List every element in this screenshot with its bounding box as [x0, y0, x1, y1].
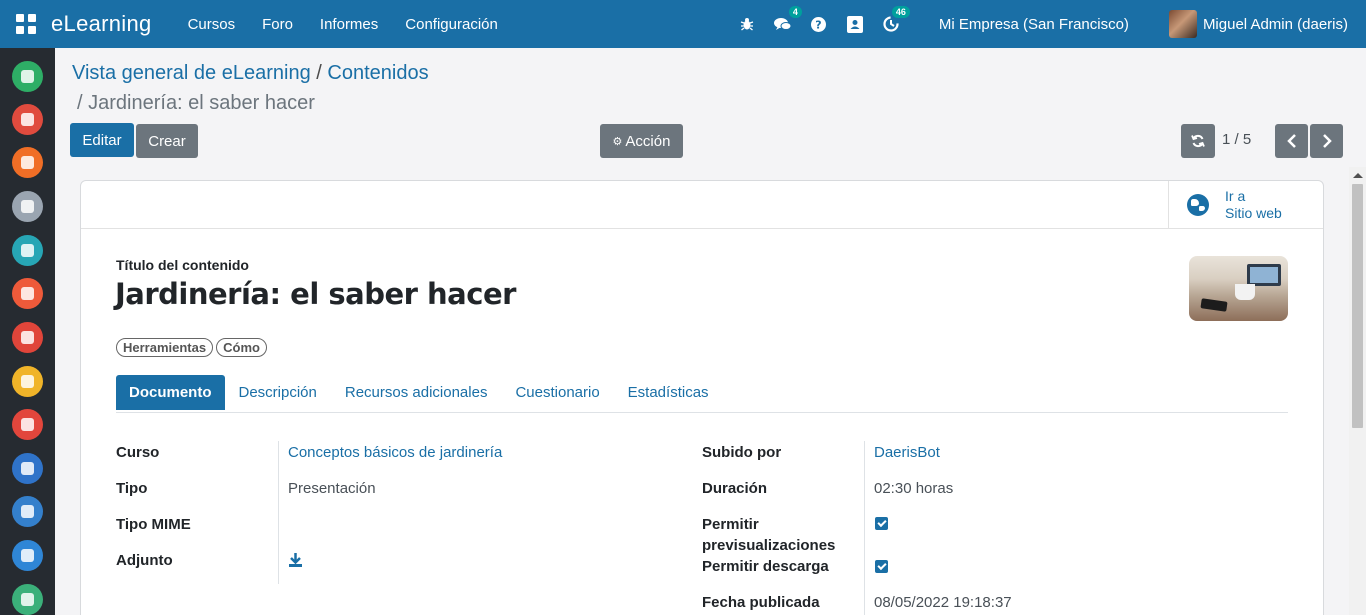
- allow-download-checkbox[interactable]: [875, 560, 888, 573]
- form-sheet: Ir a Sitio web Título del contenido Jard…: [80, 180, 1324, 615]
- sidebar-app-icon[interactable]: [12, 366, 43, 397]
- sidebar-app-icon[interactable]: [12, 496, 43, 527]
- title-label: Título del contenido: [116, 257, 249, 273]
- notebook-tabs: Documento Descripción Recursos adicional…: [116, 375, 1288, 413]
- tags-field: Herramientas Cómo: [116, 338, 270, 357]
- sidebar-app-icon[interactable]: [12, 584, 43, 615]
- tag-badge[interactable]: Cómo: [216, 338, 267, 357]
- app-brand[interactable]: eLearning: [51, 11, 152, 37]
- allow-preview-label-line2: previsualizaciones: [702, 537, 836, 554]
- duration-label: Duración: [702, 480, 768, 497]
- go-to-website-line2: Sitio web: [1225, 205, 1282, 221]
- tab-descripcion[interactable]: Descripción: [225, 375, 331, 410]
- breadcrumb-separator: /: [77, 92, 89, 114]
- field-divider: [864, 441, 865, 615]
- attachment-label: Adjunto: [116, 552, 173, 569]
- breadcrumb-current: / Jardinería: el saber hacer: [77, 92, 315, 115]
- scroll-up-arrow[interactable]: [1353, 173, 1363, 178]
- sidebar-app-icon[interactable]: [12, 278, 43, 309]
- content-image[interactable]: [1189, 256, 1288, 321]
- go-to-website-button[interactable]: Ir a Sitio web: [1168, 181, 1323, 229]
- reload-button[interactable]: [1181, 124, 1215, 158]
- uploaded-by-label: Subido por: [702, 444, 782, 461]
- go-to-website-label: Ir a Sitio web: [1225, 188, 1282, 222]
- pager-next-button[interactable]: [1310, 124, 1343, 158]
- edit-button[interactable]: Editar: [70, 123, 134, 157]
- bug-icon[interactable]: [737, 14, 757, 34]
- allow-preview-checkbox[interactable]: [875, 517, 888, 530]
- breadcrumb: Vista general de eLearning / Contenidos: [72, 62, 429, 85]
- title-field[interactable]: Jardinería: el saber hacer: [115, 277, 516, 311]
- course-field[interactable]: Conceptos básicos de jardinería: [288, 444, 502, 461]
- sidebar-app-icon[interactable]: [12, 191, 43, 222]
- allow-preview-label-line1: Permitir: [702, 516, 759, 533]
- globe-icon: [1187, 194, 1209, 216]
- apps-sidebar: [0, 48, 55, 615]
- tab-estadisticas[interactable]: Estadísticas: [614, 375, 723, 410]
- download-icon[interactable]: [289, 552, 302, 571]
- menu-configuracion[interactable]: Configuración: [405, 16, 498, 33]
- menu-informes[interactable]: Informes: [320, 16, 378, 33]
- gear-icon: ⚙: [612, 135, 623, 148]
- sidebar-app-icon[interactable]: [12, 104, 43, 135]
- menu-cursos[interactable]: Cursos: [188, 16, 236, 33]
- allow-preview-label: Permitir previsualizaciones: [702, 514, 835, 556]
- help-icon[interactable]: ?: [809, 14, 829, 34]
- chat-icon[interactable]: 4: [773, 6, 802, 34]
- button-box: Ir a Sitio web: [81, 181, 1323, 229]
- user-avatar[interactable]: [1168, 10, 1197, 38]
- go-to-website-line1: Ir a: [1225, 188, 1246, 204]
- pager-value[interactable]: 1 / 5: [1222, 131, 1251, 148]
- breadcrumb-parent[interactable]: Vista general de eLearning: [72, 62, 311, 84]
- svg-text:?: ?: [816, 18, 822, 31]
- breadcrumb-separator: /: [316, 62, 328, 84]
- uploaded-by-field[interactable]: DaerisBot: [874, 444, 940, 461]
- duration-field[interactable]: 02:30 horas: [874, 480, 953, 497]
- course-label: Curso: [116, 444, 160, 461]
- create-button[interactable]: Crear: [136, 124, 198, 158]
- sidebar-app-icon[interactable]: [12, 540, 43, 571]
- breadcrumb-section[interactable]: Contenidos: [327, 62, 428, 84]
- activity-icon[interactable]: 46: [881, 6, 910, 34]
- company-switcher[interactable]: Mi Empresa (San Francisco): [939, 16, 1129, 33]
- user-menu[interactable]: Miguel Admin (daeris): [1203, 16, 1348, 33]
- main-navbar: eLearning Cursos Foro Informes Configura…: [0, 0, 1366, 48]
- sidebar-app-icon[interactable]: [12, 453, 43, 484]
- activity-badge: 46: [891, 6, 910, 18]
- tab-documento[interactable]: Documento: [116, 375, 225, 410]
- menu-foro[interactable]: Foro: [262, 16, 293, 33]
- tab-recursos-adicionales[interactable]: Recursos adicionales: [331, 375, 502, 410]
- field-divider: [278, 441, 279, 584]
- sidebar-app-icon[interactable]: [12, 409, 43, 440]
- published-date-field[interactable]: 08/05/2022 19:18:37: [874, 594, 1012, 611]
- mime-type-label: Tipo MIME: [116, 516, 191, 533]
- allow-download-label: Permitir descarga: [702, 558, 829, 575]
- chevron-right-icon: [1322, 134, 1332, 148]
- sidebar-app-icon[interactable]: [12, 147, 43, 178]
- action-button[interactable]: ⚙ Acción: [600, 124, 683, 158]
- pager-previous-button[interactable]: [1275, 124, 1308, 158]
- breadcrumb-current-label: Jardinería: el saber hacer: [88, 92, 315, 114]
- tag-badge[interactable]: Herramientas: [116, 338, 214, 357]
- chat-badge: 4: [788, 6, 802, 18]
- action-button-label: Acción: [625, 132, 671, 150]
- sidebar-app-icon[interactable]: [12, 235, 43, 266]
- sidebar-app-icon[interactable]: [12, 61, 43, 92]
- type-field[interactable]: Presentación: [288, 480, 376, 497]
- chevron-left-icon: [1286, 134, 1296, 148]
- contacts-icon[interactable]: [845, 14, 865, 34]
- systray: 4 ? 46 Mi Empresa (San Francisco) Miguel…: [729, 0, 1366, 48]
- apps-menu-icon[interactable]: [16, 14, 36, 34]
- refresh-icon: [1191, 134, 1205, 148]
- type-label: Tipo: [116, 480, 148, 497]
- vertical-scrollbar[interactable]: [1349, 167, 1366, 615]
- scroll-thumb[interactable]: [1352, 184, 1363, 428]
- published-date-label: Fecha publicada: [702, 594, 820, 611]
- tab-cuestionario[interactable]: Cuestionario: [501, 375, 613, 410]
- sidebar-app-icon[interactable]: [12, 322, 43, 353]
